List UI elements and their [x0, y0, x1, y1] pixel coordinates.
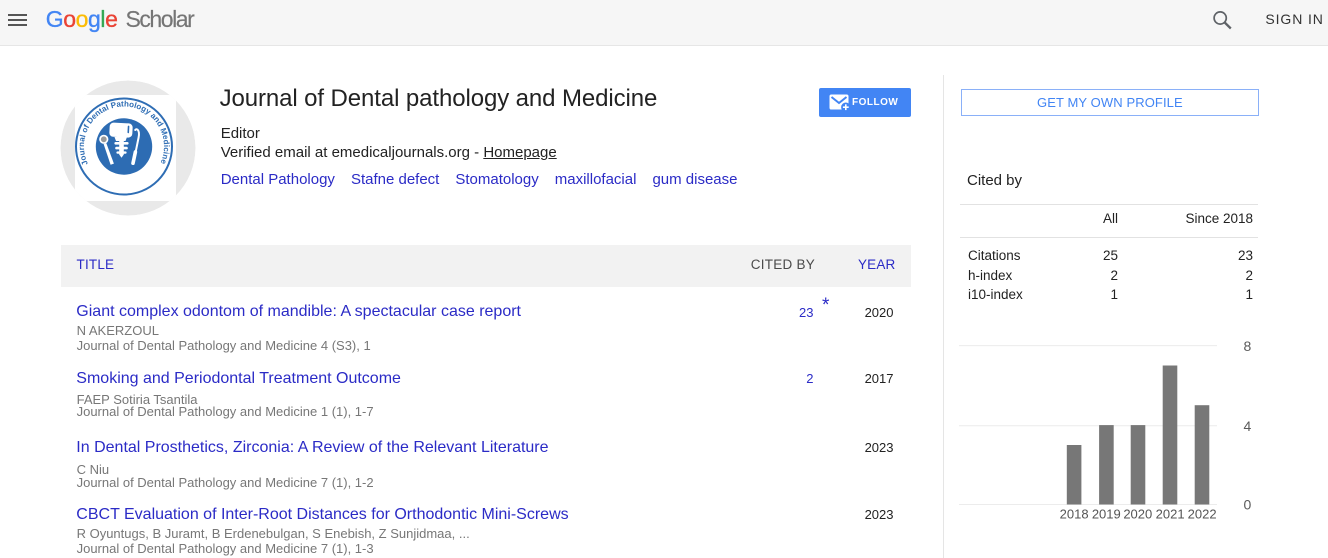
svg-text:2022: 2022 — [1188, 507, 1217, 522]
svg-text:4: 4 — [1244, 418, 1252, 434]
svg-text:0: 0 — [1244, 497, 1252, 513]
svg-text:8: 8 — [1244, 340, 1252, 354]
svg-text:2019: 2019 — [1092, 507, 1121, 522]
svg-text:2018: 2018 — [1060, 507, 1089, 522]
svg-text:2021: 2021 — [1156, 507, 1185, 522]
svg-text:2020: 2020 — [1123, 507, 1152, 522]
